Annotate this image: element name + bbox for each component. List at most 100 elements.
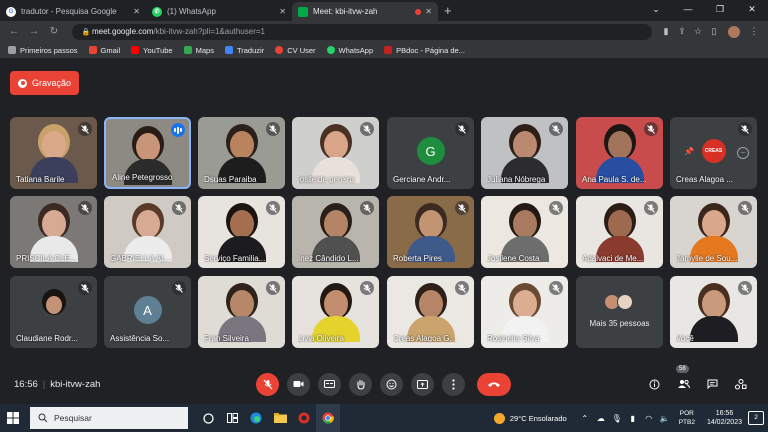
participant-tile[interactable]: Rosinelia Silva <box>481 276 568 348</box>
participant-tile[interactable]: josileide pereira <box>292 117 379 189</box>
network-icon[interactable]: ◠ <box>642 414 656 423</box>
avatar[interactable] <box>728 25 740 38</box>
notifications-icon[interactable]: 2 <box>748 411 764 425</box>
recording-badge[interactable]: Gravação <box>10 71 80 95</box>
menu-icon[interactable]: ⋮ <box>746 26 762 37</box>
mic-off-icon <box>360 201 374 215</box>
close-icon[interactable]: ✕ <box>279 7 286 16</box>
participant-tile[interactable]: Ana Paula S. de... <box>576 117 663 189</box>
emoji-icon <box>386 379 397 389</box>
close-icon[interactable]: ✕ <box>425 7 432 16</box>
participant-tile[interactable]: Josilene Costa <box>481 196 568 268</box>
chrome-icon[interactable] <box>316 404 340 432</box>
address-bar[interactable]: 🔒 meet.google.com/kbi-itvw-zah?pli=1&aut… <box>72 23 652 40</box>
participant-tile[interactable]: CREAS 📌 − Creas Alagoa ... <box>670 117 757 189</box>
participant-tile[interactable]: PRISCILA CLE... <box>10 196 97 268</box>
participant-tile[interactable]: Claudiane Rodr... <box>10 276 97 348</box>
camera-icon[interactable]: ▮ <box>626 414 640 423</box>
participant-tile[interactable]: Adalvaci de Me... <box>576 196 663 268</box>
new-tab-button[interactable]: + <box>444 3 452 18</box>
taskbar-search[interactable]: Pesquisar <box>30 407 188 429</box>
bookmark[interactable]: WhatsApp <box>326 45 374 55</box>
start-button[interactable] <box>0 412 26 424</box>
star-icon[interactable]: ☆ <box>690 26 706 37</box>
participant-tile[interactable]: Creas Alagoa G... <box>387 276 474 348</box>
emoji-button[interactable] <box>380 372 403 396</box>
app-icon[interactable] <box>292 404 316 432</box>
share-icon[interactable]: ⇪ <box>674 26 690 37</box>
leave-call-button[interactable] <box>477 372 511 396</box>
mic-off-icon <box>266 201 280 215</box>
maximize-icon[interactable]: ❐ <box>704 0 736 19</box>
edge-icon[interactable] <box>244 404 268 432</box>
microphone-icon[interactable]: 🎙 <box>610 414 624 423</box>
activities-button[interactable] <box>728 373 754 395</box>
widgets-icon[interactable] <box>220 404 244 432</box>
close-window-icon[interactable]: ✕ <box>736 0 768 19</box>
mic-off-icon <box>78 201 92 215</box>
bookmark-label: CV User <box>287 45 316 55</box>
raise-hand-button[interactable] <box>349 372 372 396</box>
volume-icon[interactable]: 🔈 <box>658 414 672 423</box>
onedrive-icon[interactable]: ☁ <box>594 414 608 423</box>
remove-icon[interactable]: − <box>737 147 749 159</box>
participant-name: Adalvaci de Me... <box>582 254 644 263</box>
bookmark[interactable]: Primeiros passos <box>8 46 78 55</box>
bookmark[interactable]: PBdoc - Página de... <box>384 46 465 55</box>
file-explorer-icon[interactable] <box>268 404 292 432</box>
pin-icon[interactable]: 📌 <box>684 147 694 156</box>
participant-tile[interactable]: Fran Silveira <box>198 276 285 348</box>
participant-name: Aline Petegrosso <box>112 173 173 182</box>
bookmark[interactable]: Maps <box>183 45 214 55</box>
participant-tile[interactable]: Você <box>670 276 757 348</box>
participant-tile[interactable]: Mais 35 pessoas <box>576 276 663 348</box>
present-button[interactable] <box>411 372 434 396</box>
people-button[interactable]: 58 <box>670 365 696 395</box>
minimize-icon[interactable]: — <box>672 0 704 19</box>
browser-tab[interactable]: G tradutor - Pesquisa Google ✕ <box>0 2 146 21</box>
browser-tab[interactable]: ✆ (1) WhatsApp ✕ <box>146 2 292 21</box>
participant-tile[interactable]: G Gerciane Andr... <box>387 117 474 189</box>
camera-toggle-button[interactable] <box>287 372 310 396</box>
reload-icon[interactable]: ↻ <box>46 26 62 37</box>
back-icon[interactable]: ← <box>6 26 22 37</box>
sidebar-icon[interactable]: ▯ <box>706 26 722 37</box>
mic-off-icon <box>455 281 469 295</box>
chevron-down-icon[interactable]: ⌄ <box>640 0 672 19</box>
participant-tile[interactable]: Livia Oliveira <box>292 276 379 348</box>
bookmark-label: WhatsApp <box>338 45 374 55</box>
sun-icon <box>493 412 505 424</box>
task-view-icon[interactable] <box>196 404 220 432</box>
participant-tile[interactable]: GABRIELLA AL... <box>104 196 191 268</box>
participant-tile[interactable]: A Assistência So... <box>104 276 191 348</box>
close-icon[interactable]: ✕ <box>133 7 140 16</box>
chat-button[interactable] <box>699 373 725 395</box>
participant-tile[interactable]: Roberta Pires <box>387 196 474 268</box>
chevron-up-icon[interactable]: ⌃ <box>578 414 592 423</box>
bookmark[interactable]: Gmail <box>88 46 120 55</box>
bookmark-label: Maps <box>195 45 214 55</box>
language-indicator[interactable]: POR PTB2 <box>679 409 695 427</box>
more-options-button[interactable] <box>442 372 465 396</box>
participant-tile[interactable]: Serviço Familia... <box>198 196 285 268</box>
bookmark-label: Traduzir <box>236 45 265 55</box>
bookmark[interactable]: CV User <box>275 45 316 55</box>
participant-tile[interactable]: Jamylle de Sou... <box>670 196 757 268</box>
participant-tile[interactable]: Dsuas Paraiba <box>198 117 285 189</box>
weather-widget[interactable]: 29°C Ensolarado <box>493 412 567 424</box>
clock[interactable]: 16:56 14/02/2023 <box>707 409 742 427</box>
meeting-details-button[interactable] <box>641 373 667 395</box>
browser-tab-active[interactable]: Meet: kbi-itvw-zah ✕ <box>292 2 438 21</box>
participant-tile[interactable]: Inez Cândido L... <box>292 196 379 268</box>
participant-name: Dsuas Paraiba <box>204 175 257 184</box>
participant-tile[interactable]: Juliana Nóbrega <box>481 117 568 189</box>
forward-icon[interactable]: → <box>26 26 42 37</box>
bookmark[interactable]: Traduzir <box>224 45 265 55</box>
captions-button[interactable] <box>318 372 341 396</box>
mic-toggle-button[interactable] <box>256 372 279 396</box>
camera-icon[interactable]: ▮ <box>658 26 674 37</box>
participant-tile[interactable]: Aline Petegrosso <box>104 117 191 189</box>
bookmark[interactable]: YouTube <box>131 46 173 55</box>
lock-icon: 🔒 <box>81 28 91 36</box>
participant-tile[interactable]: Tatiana Barile <box>10 117 97 189</box>
